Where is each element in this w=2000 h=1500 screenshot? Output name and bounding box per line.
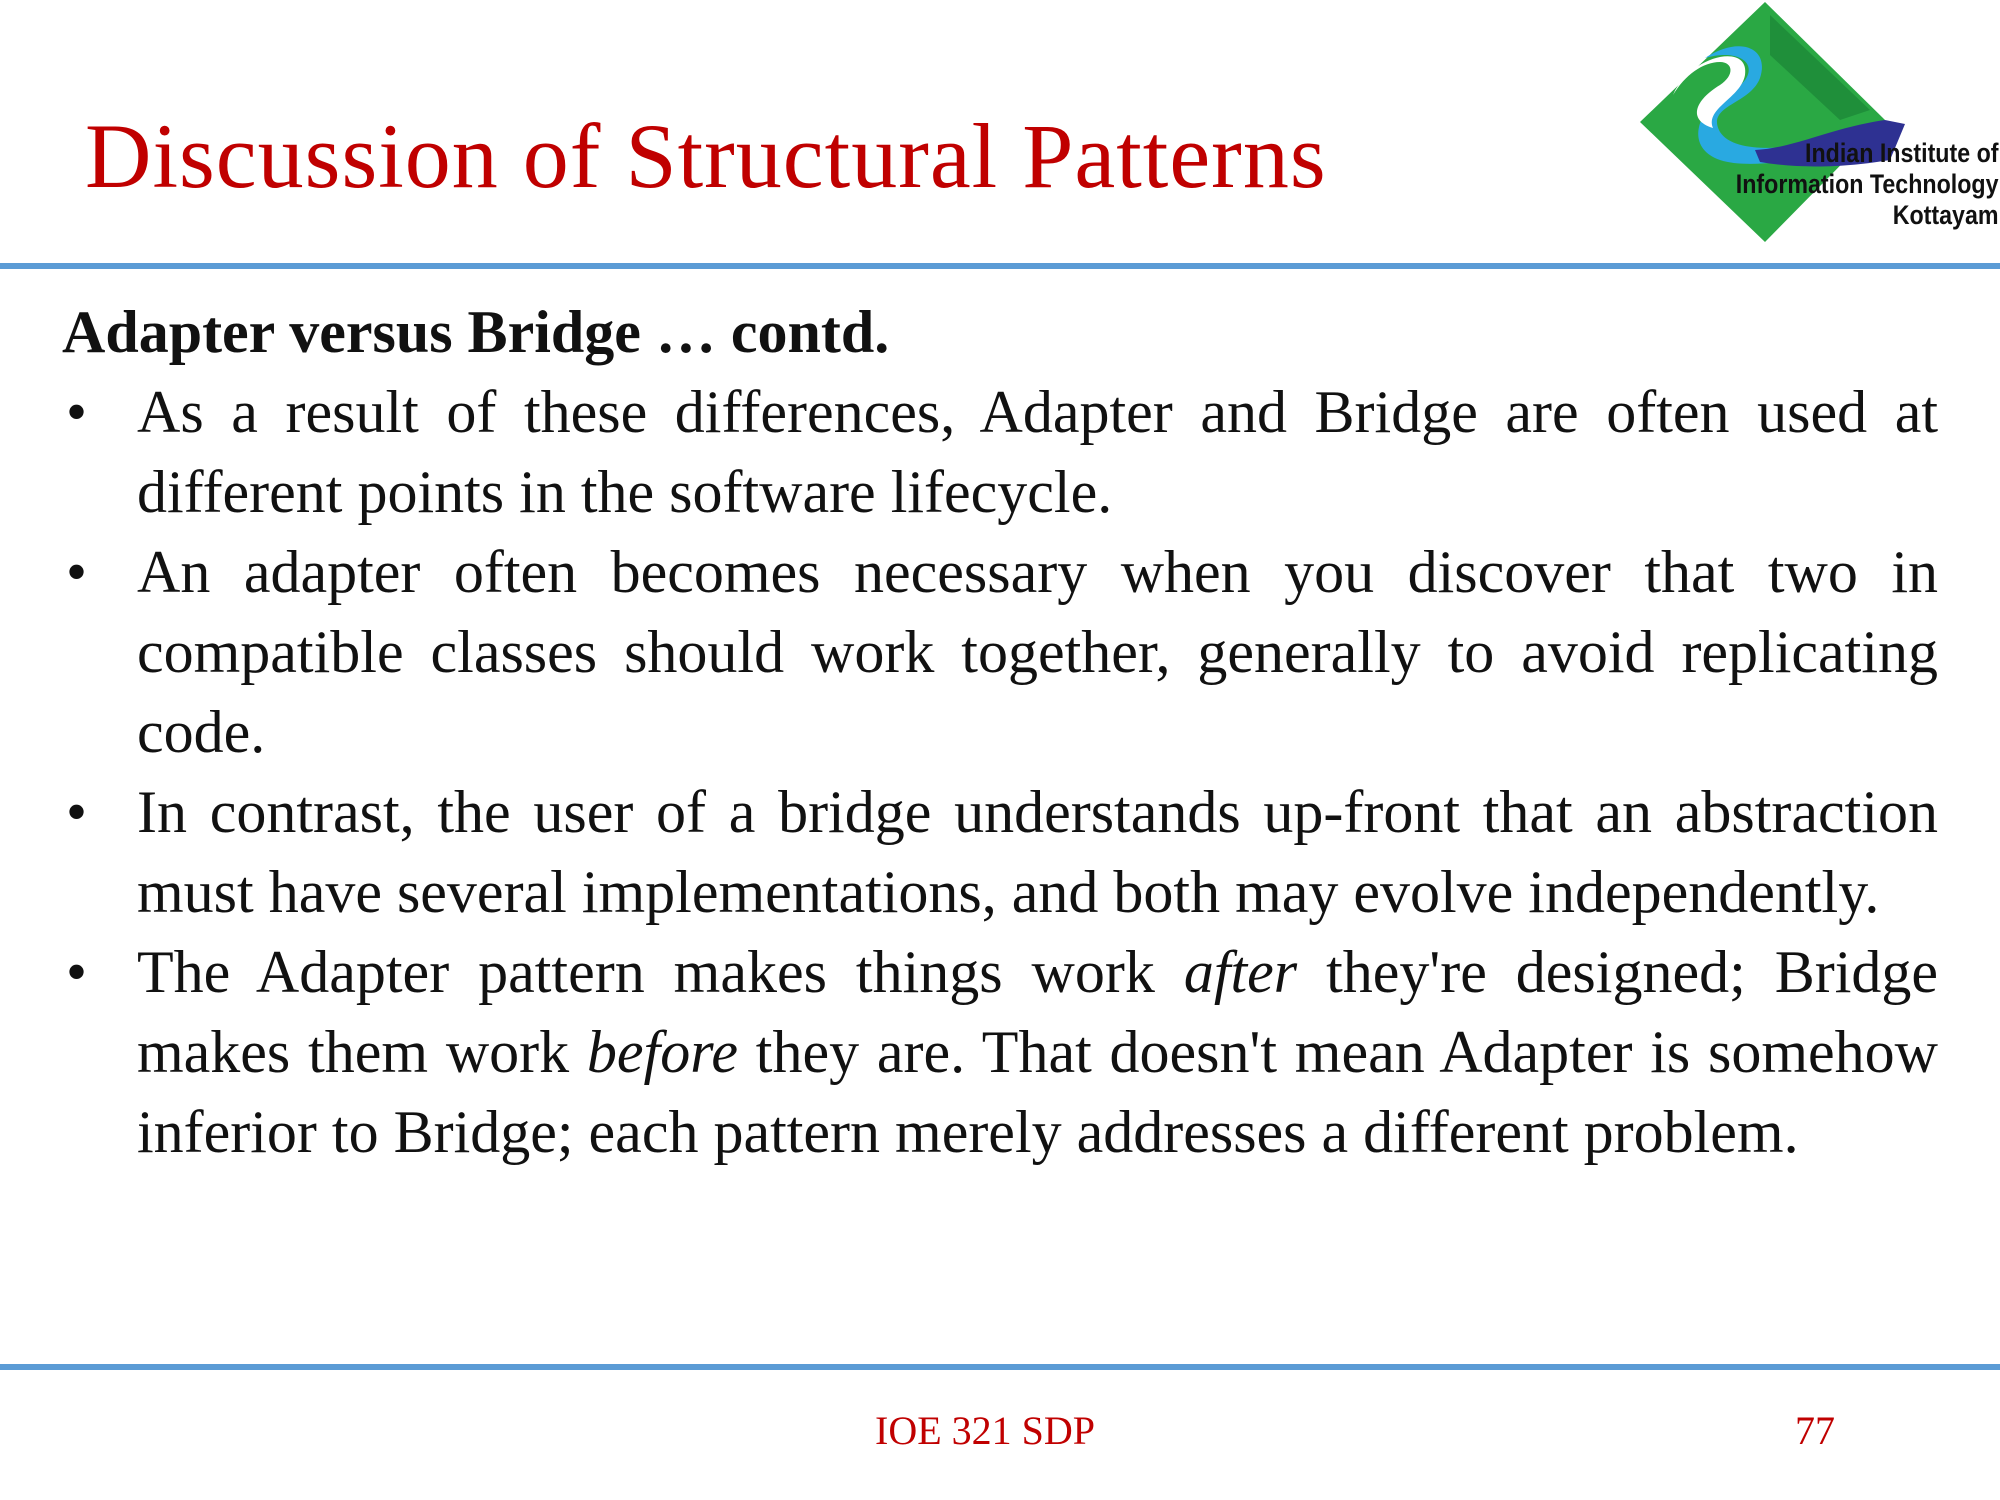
bullet-list: • As a result of these differences, Adapt… [62, 372, 1938, 1172]
bullet-text: In contrast, the user of a bridge unders… [137, 779, 1938, 925]
page-number: 77 [1795, 1408, 1835, 1453]
logo-line-1: Indian Institute of [1804, 138, 1998, 168]
logo-line-2: Information Technology [1735, 169, 1998, 199]
logo-institute-name: Indian Institute of Information Technolo… [1735, 138, 1998, 231]
bullet-emphasis: after [1183, 939, 1298, 1005]
bullet-text: As a result of these differences, Adapte… [137, 379, 1938, 525]
bullet-dot-icon: • [66, 939, 88, 1005]
section-heading: Adapter versus Bridge … contd. [62, 299, 890, 365]
bullet-emphasis: before [586, 1019, 738, 1085]
slide-body: Adapter versus Bridge … contd. • As a res… [62, 292, 1938, 1172]
institute-logo: Indian Institute of Information Technolo… [1555, 0, 2000, 245]
bullet-text: An adapter often becomes necessary when … [137, 539, 1938, 765]
bullet-dot-icon: • [66, 779, 88, 845]
bullet-item: • An adapter often becomes necessary when… [62, 532, 1938, 772]
bullet-item: • The Adapter pattern makes things work a… [62, 932, 1938, 1172]
bullet-text: The Adapter pattern makes things work [137, 939, 1184, 1005]
header-divider [0, 263, 2000, 269]
bullet-item: • As a result of these differences, Adapt… [62, 372, 1938, 532]
footer-divider [0, 1364, 2000, 1370]
bullet-dot-icon: • [66, 539, 88, 605]
slide-title: Discussion of Structural Patterns [85, 105, 1327, 207]
logo-line-3: Kottayam [1892, 200, 1998, 230]
bullet-item: • In contrast, the user of a bridge under… [62, 772, 1938, 932]
bullet-dot-icon: • [66, 379, 88, 445]
footer-course-label: IOE 321 SDP [875, 1408, 1096, 1453]
